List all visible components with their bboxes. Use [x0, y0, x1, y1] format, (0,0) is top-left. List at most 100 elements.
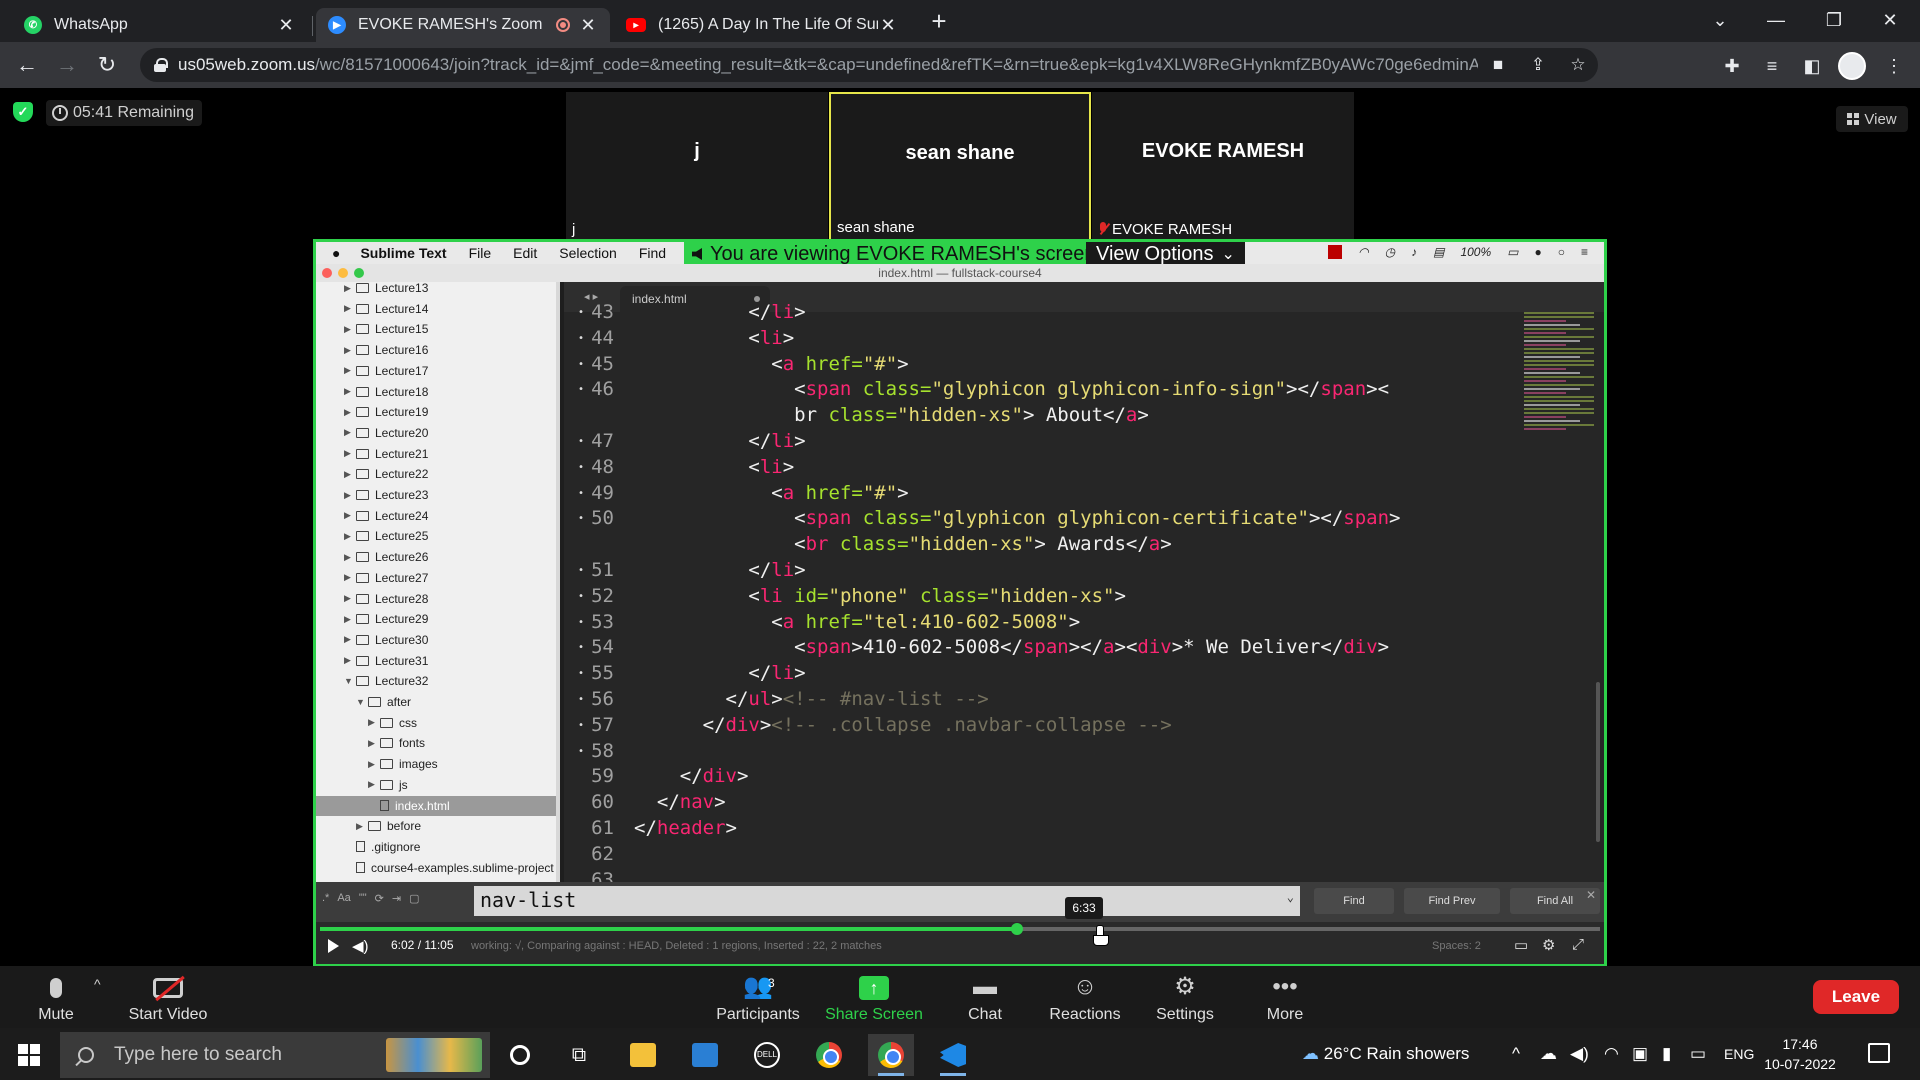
- weather-widget[interactable]: ☁ 26°C Rain showers: [1302, 1028, 1469, 1080]
- tree-folder: ▶ Lecture21: [316, 444, 556, 464]
- dell-icon[interactable]: DELL: [744, 1034, 790, 1076]
- volume-icon[interactable]: ◀): [352, 937, 369, 955]
- leave-button[interactable]: Leave: [1813, 980, 1899, 1014]
- tree-folder: ▶ Lecture18: [316, 382, 556, 402]
- participants-button[interactable]: 👥 3 Participants: [708, 972, 808, 1024]
- chrome-menu-icon[interactable]: ⋮: [1880, 52, 1908, 80]
- chevron-right-icon: ▶: [344, 386, 351, 396]
- folder-icon: [356, 365, 369, 376]
- mic-muted-icon: [1098, 222, 1108, 236]
- line-number: 55: [568, 661, 624, 686]
- code-line: </nav>: [634, 791, 726, 814]
- view-button[interactable]: View: [1836, 106, 1908, 132]
- mac-app-name: Sublime Text: [360, 245, 447, 261]
- address-bar[interactable]: us05web.zoom.us/wc/81571000643/join?trac…: [140, 48, 1598, 82]
- onedrive-icon[interactable]: ☁: [1540, 1028, 1557, 1080]
- share-icon[interactable]: ⇪: [1518, 55, 1558, 75]
- grid-view-icon: [1847, 113, 1860, 125]
- file-icon: [356, 841, 365, 853]
- tab-zoom-meeting[interactable]: ▶ EVOKE RAMESH's Zoom Meeting ✕: [316, 8, 610, 42]
- extensions-puzzle-icon[interactable]: ✚: [1718, 52, 1746, 80]
- tree-folder: ▶ Lecture24: [316, 506, 556, 526]
- chat-button[interactable]: ▬ Chat: [935, 972, 1035, 1024]
- gear-icon[interactable]: ⚙: [1542, 936, 1555, 954]
- play-icon[interactable]: [328, 939, 339, 953]
- seek-knob[interactable]: [1010, 923, 1023, 935]
- chevron-right-icon: ▶: [368, 779, 375, 790]
- share-screen-label: Share Screen: [825, 1006, 923, 1023]
- new-tab-button[interactable]: +: [924, 6, 954, 36]
- taskbar-clock[interactable]: 17:46 10-07-2022: [1762, 1034, 1838, 1074]
- back-button[interactable]: ←: [12, 50, 42, 80]
- cortana-icon[interactable]: [497, 1034, 543, 1076]
- folder-icon: [368, 697, 381, 707]
- minimize-button[interactable]: —: [1748, 0, 1804, 42]
- wifi-icon[interactable]: ◠: [1604, 1028, 1619, 1080]
- video-off-icon: [153, 977, 183, 998]
- language-indicator[interactable]: ENG: [1724, 1028, 1754, 1080]
- line-number: 57: [568, 713, 624, 738]
- video-seek-bar[interactable]: 6:33: [320, 897, 1600, 935]
- start-video-button[interactable]: Start Video: [118, 972, 218, 1024]
- windows-start-icon[interactable]: [18, 1044, 40, 1066]
- timer-text: 05:41 Remaining: [73, 104, 194, 121]
- tree-folder: ▶ Lecture27: [316, 568, 556, 588]
- bookmark-star-icon[interactable]: ☆: [1558, 55, 1598, 75]
- file-explorer-icon[interactable]: [620, 1034, 666, 1076]
- settings-button[interactable]: ⚙ Settings: [1135, 972, 1235, 1024]
- chrome-icon[interactable]: [806, 1034, 852, 1076]
- fullscreen-icon[interactable]: ⤢: [1572, 936, 1584, 953]
- speaker-icon: [692, 248, 702, 260]
- participant-tile-j[interactable]: j j: [566, 92, 828, 242]
- chevron-right-icon: ▶: [344, 572, 351, 583]
- tree-folder: ▼ after: [316, 692, 556, 712]
- minimap: [1524, 312, 1594, 462]
- taskbar-search-box[interactable]: Type here to search: [60, 1032, 490, 1078]
- captions-icon[interactable]: ▭: [1514, 936, 1528, 954]
- file-icon: [380, 800, 389, 811]
- chrome-active-icon[interactable]: [868, 1034, 914, 1076]
- camera-blocked-icon[interactable]: ■: [1478, 55, 1518, 75]
- participant-tile-sean-shane[interactable]: sean shane sean shane: [829, 92, 1091, 242]
- task-view-icon[interactable]: ⧉: [556, 1034, 602, 1076]
- restore-button[interactable]: ❐: [1806, 0, 1862, 42]
- profile-avatar[interactable]: [1838, 52, 1866, 80]
- side-panel-icon[interactable]: ◧: [1798, 52, 1826, 80]
- speaker-icon[interactable]: ◀): [1570, 1028, 1589, 1080]
- more-button[interactable]: ••• More: [1235, 972, 1335, 1024]
- encryption-shield-icon[interactable]: ✓: [13, 102, 33, 122]
- camera-privacy-icon[interactable]: ▣: [1632, 1028, 1648, 1080]
- share-banner-text: You are viewing EVOKE RAMESH's screen: [710, 242, 1096, 265]
- media-controls-icon[interactable]: ≡: [1758, 52, 1786, 80]
- find-input-value: nav-list: [480, 888, 577, 912]
- tree-folder: ▶ Lecture29: [316, 609, 556, 629]
- microphone-icon[interactable]: ▮: [1662, 1028, 1671, 1080]
- notification-center-icon[interactable]: [1868, 1043, 1890, 1063]
- code-line: <span class="glyphicon glyphicon-info-si…: [634, 378, 1390, 401]
- mac-menu-item: Find: [638, 245, 667, 261]
- close-icon[interactable]: ✕: [276, 15, 296, 36]
- close-window-button[interactable]: ✕: [1862, 0, 1918, 42]
- forward-button[interactable]: →: [52, 50, 82, 80]
- tree-folder: ▼ Lecture32: [316, 671, 556, 691]
- mail-icon[interactable]: [682, 1034, 728, 1076]
- participant-display-name: j: [694, 140, 700, 162]
- vscode-icon[interactable]: [930, 1034, 976, 1076]
- share-screen-button[interactable]: ↑ Share Screen: [824, 972, 924, 1024]
- reactions-button[interactable]: ☺ Reactions: [1035, 972, 1135, 1024]
- tab-whatsapp[interactable]: ✆ WhatsApp ✕: [12, 8, 308, 42]
- close-icon[interactable]: ✕: [878, 15, 898, 36]
- tab-search-chevron-icon[interactable]: ⌄: [1692, 0, 1748, 42]
- audio-options-caret-icon[interactable]: ^: [94, 976, 101, 992]
- reactions-label: Reactions: [1049, 1006, 1121, 1023]
- participant-tile-evoke-ramesh[interactable]: EVOKE RAMESH EVOKE RAMESH: [1092, 92, 1354, 242]
- search-highlight-illustration: [386, 1038, 482, 1072]
- reload-button[interactable]: ↻: [92, 50, 122, 80]
- close-icon[interactable]: ✕: [578, 15, 598, 36]
- battery-icon[interactable]: ▭: [1690, 1028, 1706, 1080]
- clock-date: 10-07-2022: [1764, 1056, 1836, 1072]
- tab-youtube[interactable]: ▸ (1265) A Day In The Life Of Sunday ✕: [614, 8, 910, 42]
- file-icon: [356, 862, 365, 874]
- mute-button[interactable]: Mute: [6, 972, 106, 1024]
- tray-chevron-icon[interactable]: ^: [1512, 1028, 1520, 1080]
